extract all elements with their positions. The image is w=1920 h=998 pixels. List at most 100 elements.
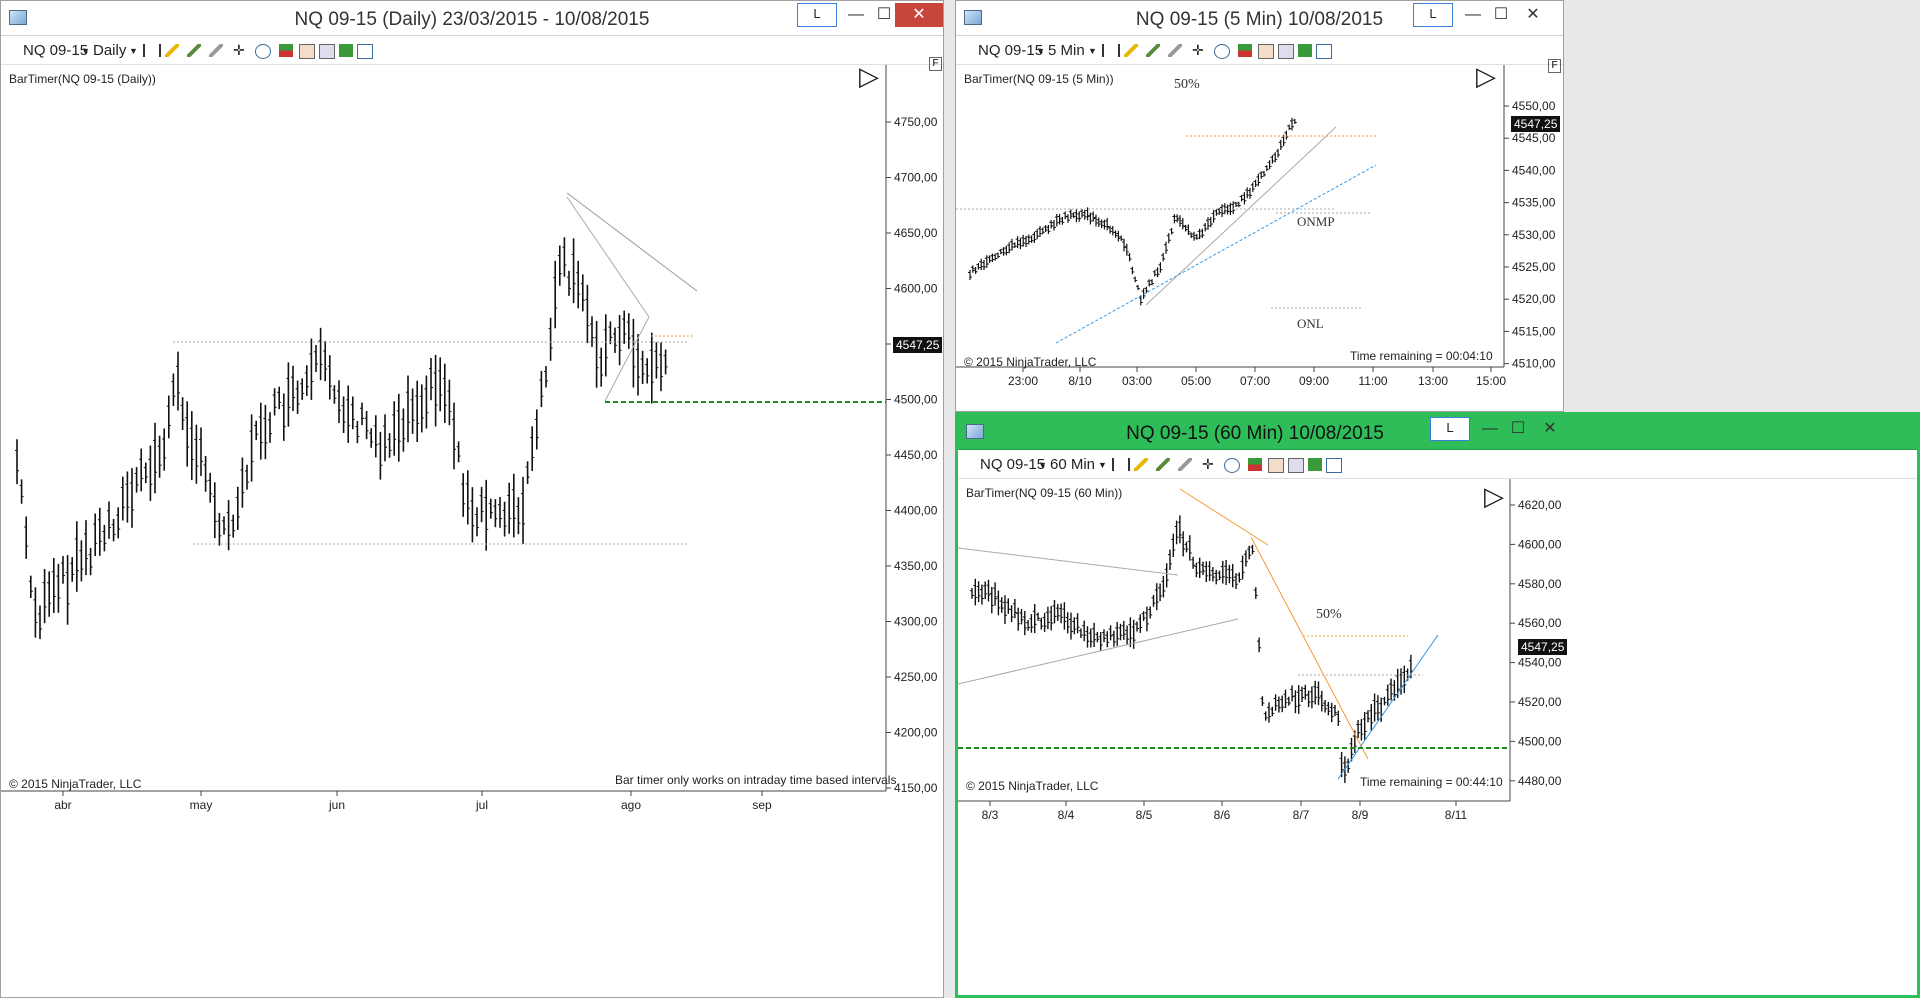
y-tick-label: 4520,00 xyxy=(1512,292,1556,306)
close-icon[interactable]: ✕ xyxy=(1533,417,1567,441)
indicator-icon[interactable] xyxy=(1258,44,1274,59)
eraser-icon[interactable] xyxy=(1168,44,1182,57)
min5-label-50: 50% xyxy=(1174,77,1200,92)
bar-type-icon[interactable] xyxy=(1102,44,1120,57)
bar-type-icon[interactable] xyxy=(1112,458,1130,471)
indicator-icon[interactable] xyxy=(1268,458,1284,473)
instrument-chevron-down-icon[interactable]: ▼ xyxy=(1038,460,1047,470)
orange-trend-line xyxy=(1250,536,1369,760)
min60-link-button[interactable]: L xyxy=(1430,417,1470,441)
crosshair-icon[interactable]: ✛ xyxy=(1192,42,1204,59)
zoom-icon[interactable] xyxy=(1214,44,1230,59)
blue-trend-line xyxy=(1055,164,1377,344)
close-icon[interactable]: ✕ xyxy=(1516,3,1550,27)
strategy-icon[interactable] xyxy=(1248,458,1262,471)
min60-chart-panel[interactable]: 4620,00 4600,00 4580,00 4560,00 4540,00 4520,… xyxy=(958,479,1917,995)
crosshair-icon[interactable]: ✛ xyxy=(1202,456,1214,473)
min60-titlebar[interactable]: NQ 09-15 (60 Min) 10/08/2015 L — ☐ ✕ xyxy=(958,415,1917,450)
interval-chevron-down-icon[interactable]: ▼ xyxy=(1098,460,1107,470)
draw-tool-icon[interactable] xyxy=(1146,44,1160,57)
blue-trend-line xyxy=(1337,634,1439,780)
min60-chart-window[interactable]: NQ 09-15 (60 Min) 10/08/2015 L — ☐ ✕ NQ … xyxy=(955,412,1920,998)
pencil-icon[interactable] xyxy=(165,44,179,57)
min5-f-button[interactable]: F xyxy=(1548,59,1561,73)
instrument-selector[interactable]: NQ 09-15 xyxy=(980,456,1045,473)
properties-icon[interactable] xyxy=(1326,458,1342,473)
zoom-icon[interactable] xyxy=(255,44,271,59)
min5-time-remaining: Time remaining = 00:04:10 xyxy=(1350,349,1493,363)
close-icon[interactable]: ✕ xyxy=(895,3,943,27)
y-tick-label: 4480,00 xyxy=(1518,774,1562,788)
y-tick-label: 4400,00 xyxy=(894,504,938,518)
pencil-icon[interactable] xyxy=(1134,458,1148,471)
min60-price-chart[interactable]: 4620,00 4600,00 4580,00 4560,00 4540,00 4520,… xyxy=(958,479,1917,995)
daily-chart-panel[interactable]: 4750,004700,004650,004600,004550,004500,… xyxy=(1,57,943,997)
y-tick-label: 4540,00 xyxy=(1518,656,1562,670)
x-tick-label: 11:00 xyxy=(1358,374,1387,388)
maximize-icon[interactable]: ☐ xyxy=(1501,417,1535,441)
properties-icon[interactable] xyxy=(1316,44,1332,59)
daily-play-icon[interactable]: ▷ xyxy=(859,61,879,92)
daily-price-chart[interactable]: 4750,004700,004650,004600,004550,004500,… xyxy=(1,65,943,997)
daily-chart-window[interactable]: NQ 09-15 (Daily) 23/03/2015 - 10/08/2015… xyxy=(0,0,944,998)
bar-type-icon[interactable] xyxy=(143,44,161,57)
x-tick-label: 03:00 xyxy=(1122,374,1152,388)
y-tick-label: 4700,00 xyxy=(894,171,938,185)
daily-titlebar[interactable]: NQ 09-15 (Daily) 23/03/2015 - 10/08/2015… xyxy=(1,1,943,36)
instrument-chevron-down-icon[interactable]: ▼ xyxy=(81,46,90,56)
min5-link-button[interactable]: L xyxy=(1413,3,1453,27)
min5-chart-window[interactable]: NQ 09-15 (5 Min) 10/08/2015 L — ☐ ✕ NQ 0… xyxy=(955,0,1564,412)
x-tick-label: 8/7 xyxy=(1293,808,1310,822)
x-tick-label: 8/11 xyxy=(1445,808,1468,822)
min5-toolbar: NQ 09-15 ▼ 5 Min ▼ ✛ xyxy=(956,36,1563,65)
dollar-icon[interactable] xyxy=(1298,44,1312,57)
interval-selector[interactable]: 5 Min xyxy=(1048,42,1085,59)
y-tick-label: 4600,00 xyxy=(1518,537,1562,551)
strategy-icon[interactable] xyxy=(279,44,293,57)
y-tick-label: 4250,00 xyxy=(894,670,938,684)
zoom-icon[interactable] xyxy=(1224,458,1240,473)
min5-chart-panel[interactable]: 4550,00 4545,00 4540,00 4535,00 4530,00 4525,… xyxy=(956,59,1563,411)
chart-style-icon[interactable] xyxy=(319,44,335,59)
min5-play-icon[interactable]: ▷ xyxy=(1476,61,1496,92)
draw-tool-icon[interactable] xyxy=(1156,458,1170,471)
pencil-icon[interactable] xyxy=(1124,44,1138,57)
daily-link-button[interactable]: L xyxy=(797,3,837,27)
crosshair-icon[interactable]: ✛ xyxy=(233,42,245,59)
x-tick-label: jun xyxy=(328,798,345,812)
maximize-icon[interactable]: ☐ xyxy=(1484,3,1518,27)
y-tick-label: 4200,00 xyxy=(894,726,938,740)
min5-label-onl: ONL xyxy=(1297,316,1324,331)
chart-style-icon[interactable] xyxy=(1288,458,1304,473)
interval-chevron-down-icon[interactable]: ▼ xyxy=(129,46,138,56)
x-tick-label: 13:00 xyxy=(1418,374,1448,388)
trend-line xyxy=(958,547,1179,576)
dollar-icon[interactable] xyxy=(339,44,353,57)
orange-trend-line xyxy=(1179,488,1269,546)
indicator-icon[interactable] xyxy=(299,44,315,59)
interval-selector[interactable]: Daily xyxy=(93,42,126,59)
interval-chevron-down-icon[interactable]: ▼ xyxy=(1088,46,1097,56)
instrument-selector[interactable]: NQ 09-15 xyxy=(978,42,1043,59)
properties-icon[interactable] xyxy=(357,44,373,59)
x-tick-label: 09:00 xyxy=(1299,374,1329,388)
x-tick-label: 23:00 xyxy=(1008,374,1038,388)
interval-selector[interactable]: 60 Min xyxy=(1050,456,1095,473)
eraser-icon[interactable] xyxy=(1178,458,1192,471)
y-tick-label: 4500,00 xyxy=(1518,734,1562,748)
trend-line xyxy=(566,192,698,292)
y-tick-label: 4515,00 xyxy=(1512,324,1556,338)
min5-titlebar[interactable]: NQ 09-15 (5 Min) 10/08/2015 L — ☐ ✕ xyxy=(956,1,1563,36)
y-tick-label: 4535,00 xyxy=(1512,196,1556,210)
min60-play-icon[interactable]: ▷ xyxy=(1484,481,1504,512)
y-tick-label: 4530,00 xyxy=(1512,228,1556,242)
eraser-icon[interactable] xyxy=(209,44,223,57)
strategy-icon[interactable] xyxy=(1238,44,1252,57)
x-tick-label: sep xyxy=(752,798,772,812)
draw-tool-icon[interactable] xyxy=(187,44,201,57)
instrument-selector[interactable]: NQ 09-15 xyxy=(23,42,88,59)
dollar-icon[interactable] xyxy=(1308,458,1322,471)
instrument-chevron-down-icon[interactable]: ▼ xyxy=(1036,46,1045,56)
chart-style-icon[interactable] xyxy=(1278,44,1294,59)
daily-f-button[interactable]: F xyxy=(929,57,942,71)
